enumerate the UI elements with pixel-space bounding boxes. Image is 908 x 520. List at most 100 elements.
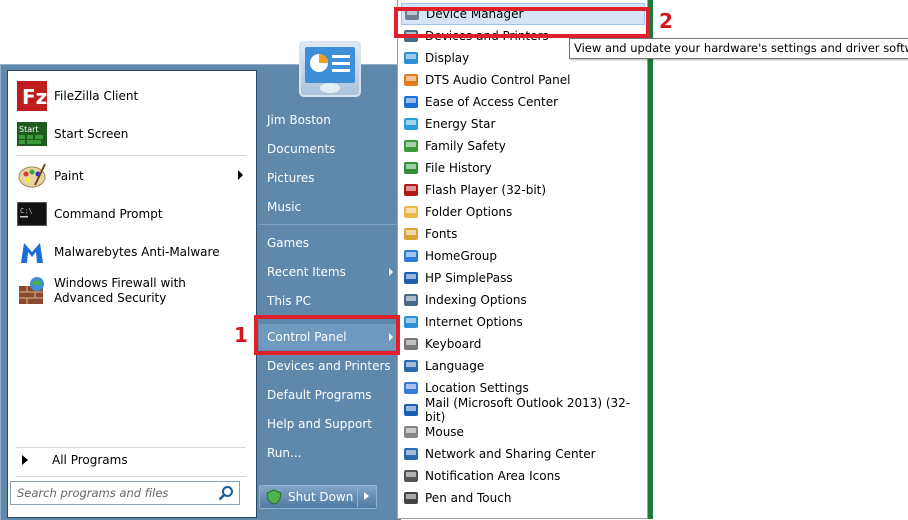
start-right-label: Music — [267, 200, 302, 214]
control-panel-item-label: Folder Options — [425, 205, 513, 219]
program-malwarebytes[interactable]: Malwarebytes Anti-Malware — [16, 235, 220, 269]
control-panel-item-family-safety[interactable]: Family Safety — [401, 135, 645, 157]
filezilla-icon: Fz — [16, 80, 48, 112]
control-panel-item-label: Fonts — [425, 227, 458, 241]
control-panel-item-mouse[interactable]: Mouse — [401, 421, 645, 443]
control-panel-picture-icon — [305, 47, 355, 93]
user-picture[interactable] — [299, 41, 361, 97]
submenu-arrow-icon — [389, 268, 393, 276]
pen-touch-icon — [404, 492, 418, 504]
start-right-this-pc[interactable]: This PC — [259, 288, 399, 314]
start-right-run[interactable]: Run... — [259, 440, 399, 466]
control-panel-item-keyboard[interactable]: Keyboard — [401, 333, 645, 355]
language-icon — [404, 360, 418, 372]
control-panel-item-pen-touch[interactable]: Pen and Touch — [401, 487, 645, 509]
ease-of-access-icon — [404, 96, 418, 108]
network-sharing-icon — [404, 448, 418, 460]
separator — [259, 224, 399, 225]
svg-text:Start: Start — [19, 125, 39, 134]
control-panel-item-label: HomeGroup — [425, 249, 497, 263]
start-right-label: Games — [267, 236, 309, 250]
program-command-prompt[interactable]: C:\ Command Prompt — [16, 197, 163, 231]
control-panel-item-label: Family Safety — [425, 139, 506, 153]
control-panel-item-energy-star[interactable]: Energy Star — [401, 113, 645, 135]
program-label: Paint — [54, 168, 84, 183]
mouse-icon — [404, 426, 418, 438]
search-placeholder: Search programs and files — [17, 486, 169, 500]
mail-icon — [404, 404, 418, 416]
control-panel-item-label: Ease of Access Center — [425, 95, 559, 109]
control-panel-item-ease-of-access[interactable]: Ease of Access Center — [401, 91, 645, 113]
program-label: FileZilla Client — [54, 88, 139, 103]
start-screen-icon: Start — [16, 118, 48, 150]
control-panel-item-label: Internet Options — [425, 315, 523, 329]
svg-text:Fz: Fz — [22, 85, 47, 109]
family-safety-icon — [404, 140, 418, 152]
start-right-label: Recent Items — [267, 265, 346, 279]
control-panel-item-indexing-options[interactable]: Indexing Options — [401, 289, 645, 311]
dts-audio-icon — [404, 74, 418, 86]
start-right-label: Default Programs — [267, 388, 372, 402]
control-panel-submenu: Default ProgramsDevice ManagerDevices an… — [397, 0, 648, 519]
program-label: Start Screen — [54, 126, 129, 141]
tooltip: View and update your hardware's settings… — [569, 38, 908, 59]
search-icon — [218, 486, 233, 501]
control-panel-item-internet-options[interactable]: Internet Options — [401, 311, 645, 333]
control-panel-item-notification-area[interactable]: Notification Area Icons — [401, 465, 645, 487]
start-menu-left-pane: Fz FileZilla Client Start Start Screen P… — [7, 70, 257, 518]
control-panel-item-homegroup[interactable]: HomeGroup — [401, 245, 645, 267]
all-programs-button[interactable]: All Programs — [16, 450, 128, 470]
control-panel-item-flash-player[interactable]: Flash Player (32-bit) — [401, 179, 645, 201]
shield-icon — [266, 489, 282, 505]
control-panel-item-label: File History — [425, 161, 492, 175]
fonts-icon — [404, 228, 418, 240]
control-panel-item-fonts[interactable]: Fonts — [401, 223, 645, 245]
control-panel-item-mail[interactable]: Mail (Microsoft Outlook 2013) (32-bit) — [401, 396, 645, 424]
notification-area-icon — [404, 470, 418, 482]
separator — [16, 447, 246, 448]
program-label: Command Prompt — [54, 206, 163, 221]
start-right-pictures[interactable]: Pictures — [259, 165, 399, 191]
internet-options-icon — [404, 316, 418, 328]
svg-text:C:\: C:\ — [20, 207, 33, 215]
control-panel-item-label: DTS Audio Control Panel — [425, 73, 571, 87]
control-panel-item-label: Flash Player (32-bit) — [425, 183, 547, 197]
control-panel-item-dts-audio[interactable]: DTS Audio Control Panel — [401, 69, 645, 91]
hp-simplepass-icon — [404, 272, 418, 284]
start-right-games[interactable]: Games — [259, 230, 399, 256]
control-panel-item-file-history[interactable]: File History — [401, 157, 645, 179]
start-right-recent-items[interactable]: Recent Items — [259, 259, 399, 285]
control-panel-item-label: Network and Sharing Center — [425, 447, 596, 461]
submenu-arrow-icon — [238, 170, 243, 180]
shutdown-options-button[interactable] — [357, 485, 376, 507]
program-windows-firewall[interactable]: Windows Firewall with Advanced Security — [16, 273, 214, 309]
control-panel-item-label: HP SimplePass — [425, 271, 513, 285]
program-filezilla[interactable]: Fz FileZilla Client — [16, 79, 138, 113]
control-panel-item-hp-simplepass[interactable]: HP SimplePass — [401, 267, 645, 289]
start-right-label: Jim Boston — [267, 113, 331, 127]
start-right-help-support[interactable]: Help and Support — [259, 411, 399, 437]
start-menu-right-pane: Jim Boston Documents Pictures Music Game… — [259, 41, 401, 520]
program-paint[interactable]: Paint — [16, 159, 243, 193]
all-programs-arrow-icon — [22, 455, 28, 465]
firewall-icon — [16, 275, 48, 307]
control-panel-item-network-sharing[interactable]: Network and Sharing Center — [401, 443, 645, 465]
control-panel-item-folder-options[interactable]: Folder Options — [401, 201, 645, 223]
keyboard-icon — [404, 338, 418, 350]
energy-star-icon — [404, 118, 418, 130]
start-right-user[interactable]: Jim Boston — [259, 107, 399, 133]
flash-player-icon — [404, 184, 418, 196]
start-right-default-programs[interactable]: Default Programs — [259, 382, 399, 408]
command-prompt-icon: C:\ — [16, 198, 48, 230]
annotation-box-1 — [254, 315, 400, 355]
start-right-music[interactable]: Music — [259, 194, 399, 220]
control-panel-item-label: Language — [425, 359, 485, 373]
display-icon — [404, 52, 418, 64]
start-right-documents[interactable]: Documents — [259, 136, 399, 162]
search-input[interactable]: Search programs and files — [10, 481, 240, 505]
program-label: Windows Firewall with Advanced Security — [54, 276, 186, 305]
start-right-devices-printers[interactable]: Devices and Printers — [259, 353, 399, 379]
control-panel-item-language[interactable]: Language — [401, 355, 645, 377]
program-start-screen[interactable]: Start Start Screen — [16, 117, 128, 151]
start-menu: Fz FileZilla Client Start Start Screen P… — [0, 41, 401, 520]
